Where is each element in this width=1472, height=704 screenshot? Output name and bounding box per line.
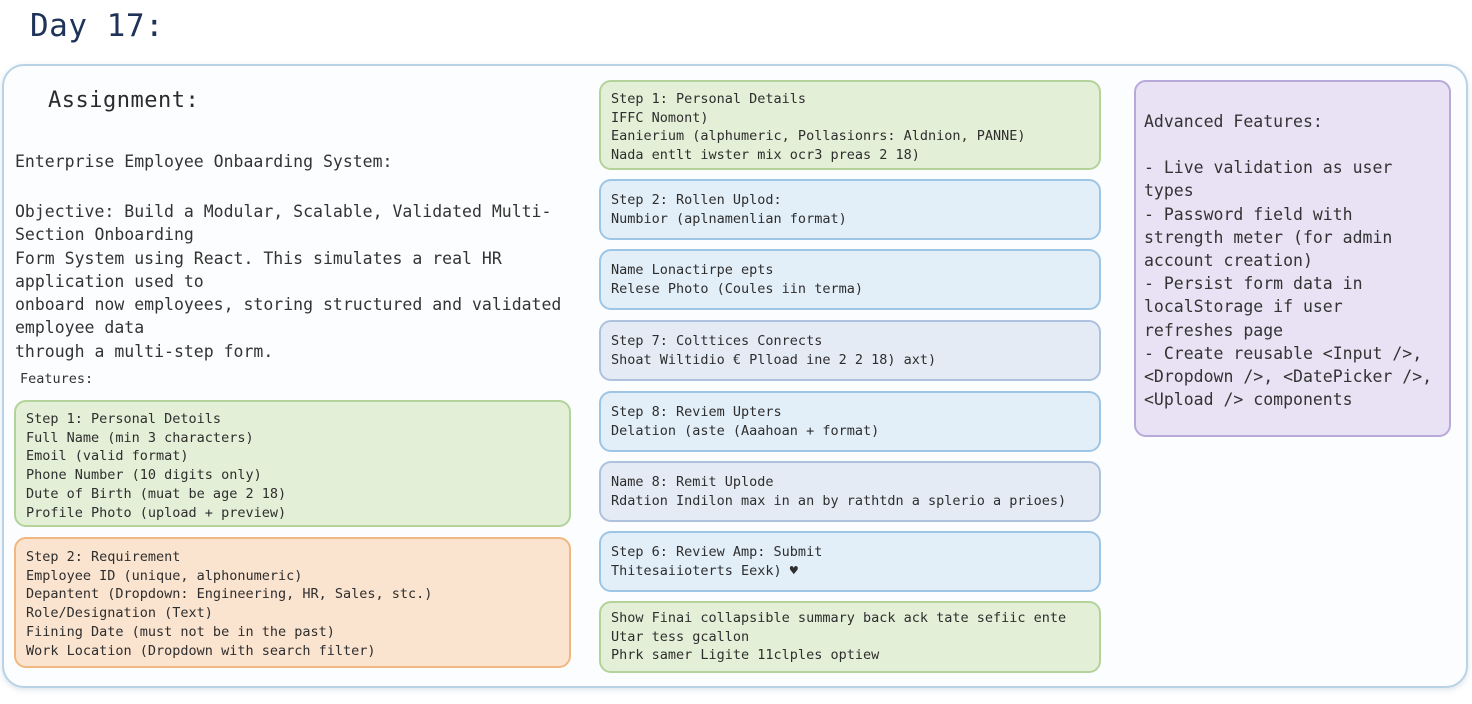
box-line: Step 8: Reviem Upters <box>611 404 782 420</box>
box-line: Emoil (valid format) <box>26 448 189 465</box>
mid-step-box: Name 8: Remit Uplode Rdation Indilon max… <box>599 461 1101 522</box>
step-1-personal-details-box: Step 1: Personal Detoils Full Name (min … <box>14 400 571 527</box>
step-2-requirement-box: Step 2: Requirement Employee ID (unique,… <box>14 537 571 668</box>
box-line: Name 8: Remit Uplode <box>611 474 774 490</box>
box-line: Show Finai collapsible summary back ack … <box>611 610 1067 626</box>
box-line: Phone Number (10 digits only) <box>26 467 262 484</box>
box-line: Utar tess gcallon <box>611 628 750 645</box>
objective-line: onboard now employees, storing structure… <box>15 295 562 315</box>
mid-step-box: Step 6: Review Amp: Submit Thitesaiioter… <box>599 531 1101 592</box>
box-line: Full Name (min 3 characters) <box>26 429 254 446</box>
box-line: Depantent (Dropdown: Engineering, HR, Sa… <box>26 586 433 603</box>
box-line: IFFC Nomont) <box>611 109 709 126</box>
box-line: Nada entlt iwster mix ocr3 preas 2 18) <box>611 147 920 164</box>
objective-line: employee data <box>15 318 145 338</box>
box-line: Thitesaiioterts Eexk) ♥ <box>611 562 798 579</box>
box-line: Step 2: Requirement <box>26 549 181 565</box>
box-line: Work Location (Dropdown with search filt… <box>26 642 376 659</box>
objective-line: Form System using React. This simulates … <box>15 248 502 268</box>
box-line: Rdation Indilon max in an by rathtdn a s… <box>611 492 1067 509</box>
advanced-features-title: Advanced Features: <box>1144 112 1323 131</box>
assignment-title: Assignment: <box>48 88 200 113</box>
features-label: Features: <box>20 371 94 387</box>
mid-step-box: Show Finai collapsible summary back ack … <box>599 601 1101 673</box>
box-line: Profile Photo (upload + preview) <box>26 504 287 521</box>
objective-line: through a multi-step form. <box>15 341 274 361</box>
box-line: Step 2: Rollen Uplod: <box>611 192 782 208</box>
box-line: Shoat Wiltidio € Plload ine 2 2 18) axt) <box>611 351 937 368</box>
system-title: Enterprise Employee Onbaarding System: <box>15 152 393 171</box>
mid-step-box: Name Lonactirpe epts Relese Photo (Coule… <box>599 249 1101 310</box>
box-line: Step 1: Personal Details <box>611 91 807 107</box>
mid-step-box: Step 7: Colttices Conrects Shoat Wiltidi… <box>599 320 1101 381</box>
objective-line: application used to <box>15 271 204 291</box>
box-line: Delation (aste (Aaahoan + format) <box>611 422 880 439</box>
box-line: Role/Designation (Text) <box>26 605 213 622</box>
box-line: Dute of Birth (muat be age 2 18) <box>26 485 287 502</box>
box-line: Relese Photo (Coules iin terma) <box>611 280 863 297</box>
objective-text: Objective: Build a Modular, Scalable, Va… <box>15 200 585 363</box>
box-line: Name Lonactirpe epts <box>611 262 774 278</box>
box-line: Fiining Date (must not be in the past) <box>26 623 335 640</box>
objective-line: Objective: Build a Modular, Scalable, Va… <box>15 202 552 221</box>
box-line: Step 1: Personal Detoils <box>26 411 222 427</box>
page-title: Day 17: <box>30 8 165 44</box>
mid-step-box: Step 8: Reviem Upters Delation (aste (Aa… <box>599 391 1101 452</box>
advanced-feature-item: - Create reusable <Input />, <Dropdown /… <box>1144 343 1433 410</box>
box-line: Step 6: Review Amp: Submit <box>611 544 823 560</box>
mid-step-box: Step 2: Rollen Uplod: Numbior (aplnamenl… <box>599 179 1101 240</box>
objective-line: Section Onboarding <box>15 225 194 245</box>
box-line: Eanierium (alphumeric, Pollasionrs: Aldn… <box>611 128 1026 145</box>
box-line: Employee ID (unique, alphonumeric) <box>26 567 303 584</box>
box-line: Step 7: Colttices Conrects <box>611 333 823 349</box>
mid-step-box: Step 1: Personal Details IFFC Nomont) Ea… <box>599 80 1101 170</box>
box-line: Numbior (aplnamenlian format) <box>611 210 847 227</box>
advanced-features-box: Advanced Features: - Live validation as … <box>1134 80 1451 437</box>
advanced-feature-item: - Password field with strength meter (fo… <box>1144 204 1393 271</box>
box-line: Phrk samer Ligite 11clples optiew <box>611 647 880 664</box>
advanced-feature-item: - Live validation as user types <box>1144 158 1393 201</box>
advanced-feature-item: - Persist form data in localStorage if u… <box>1144 274 1363 340</box>
